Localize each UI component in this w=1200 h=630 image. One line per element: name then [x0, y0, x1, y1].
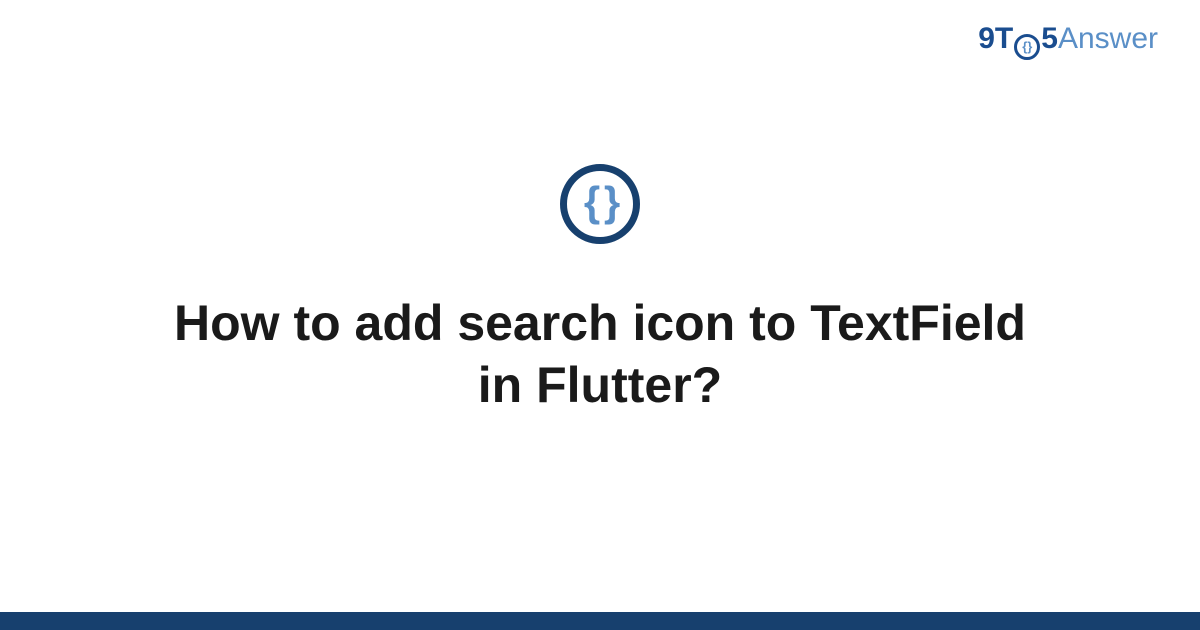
question-title: How to add search icon to TextField in F…: [150, 292, 1050, 417]
footer-accent-bar: [0, 612, 1200, 630]
braces-glyph: { }: [584, 181, 616, 223]
category-icon-wrapper: { }: [560, 164, 640, 244]
main-content: { } How to add search icon to TextField …: [0, 0, 1200, 630]
code-braces-icon: { }: [560, 164, 640, 244]
